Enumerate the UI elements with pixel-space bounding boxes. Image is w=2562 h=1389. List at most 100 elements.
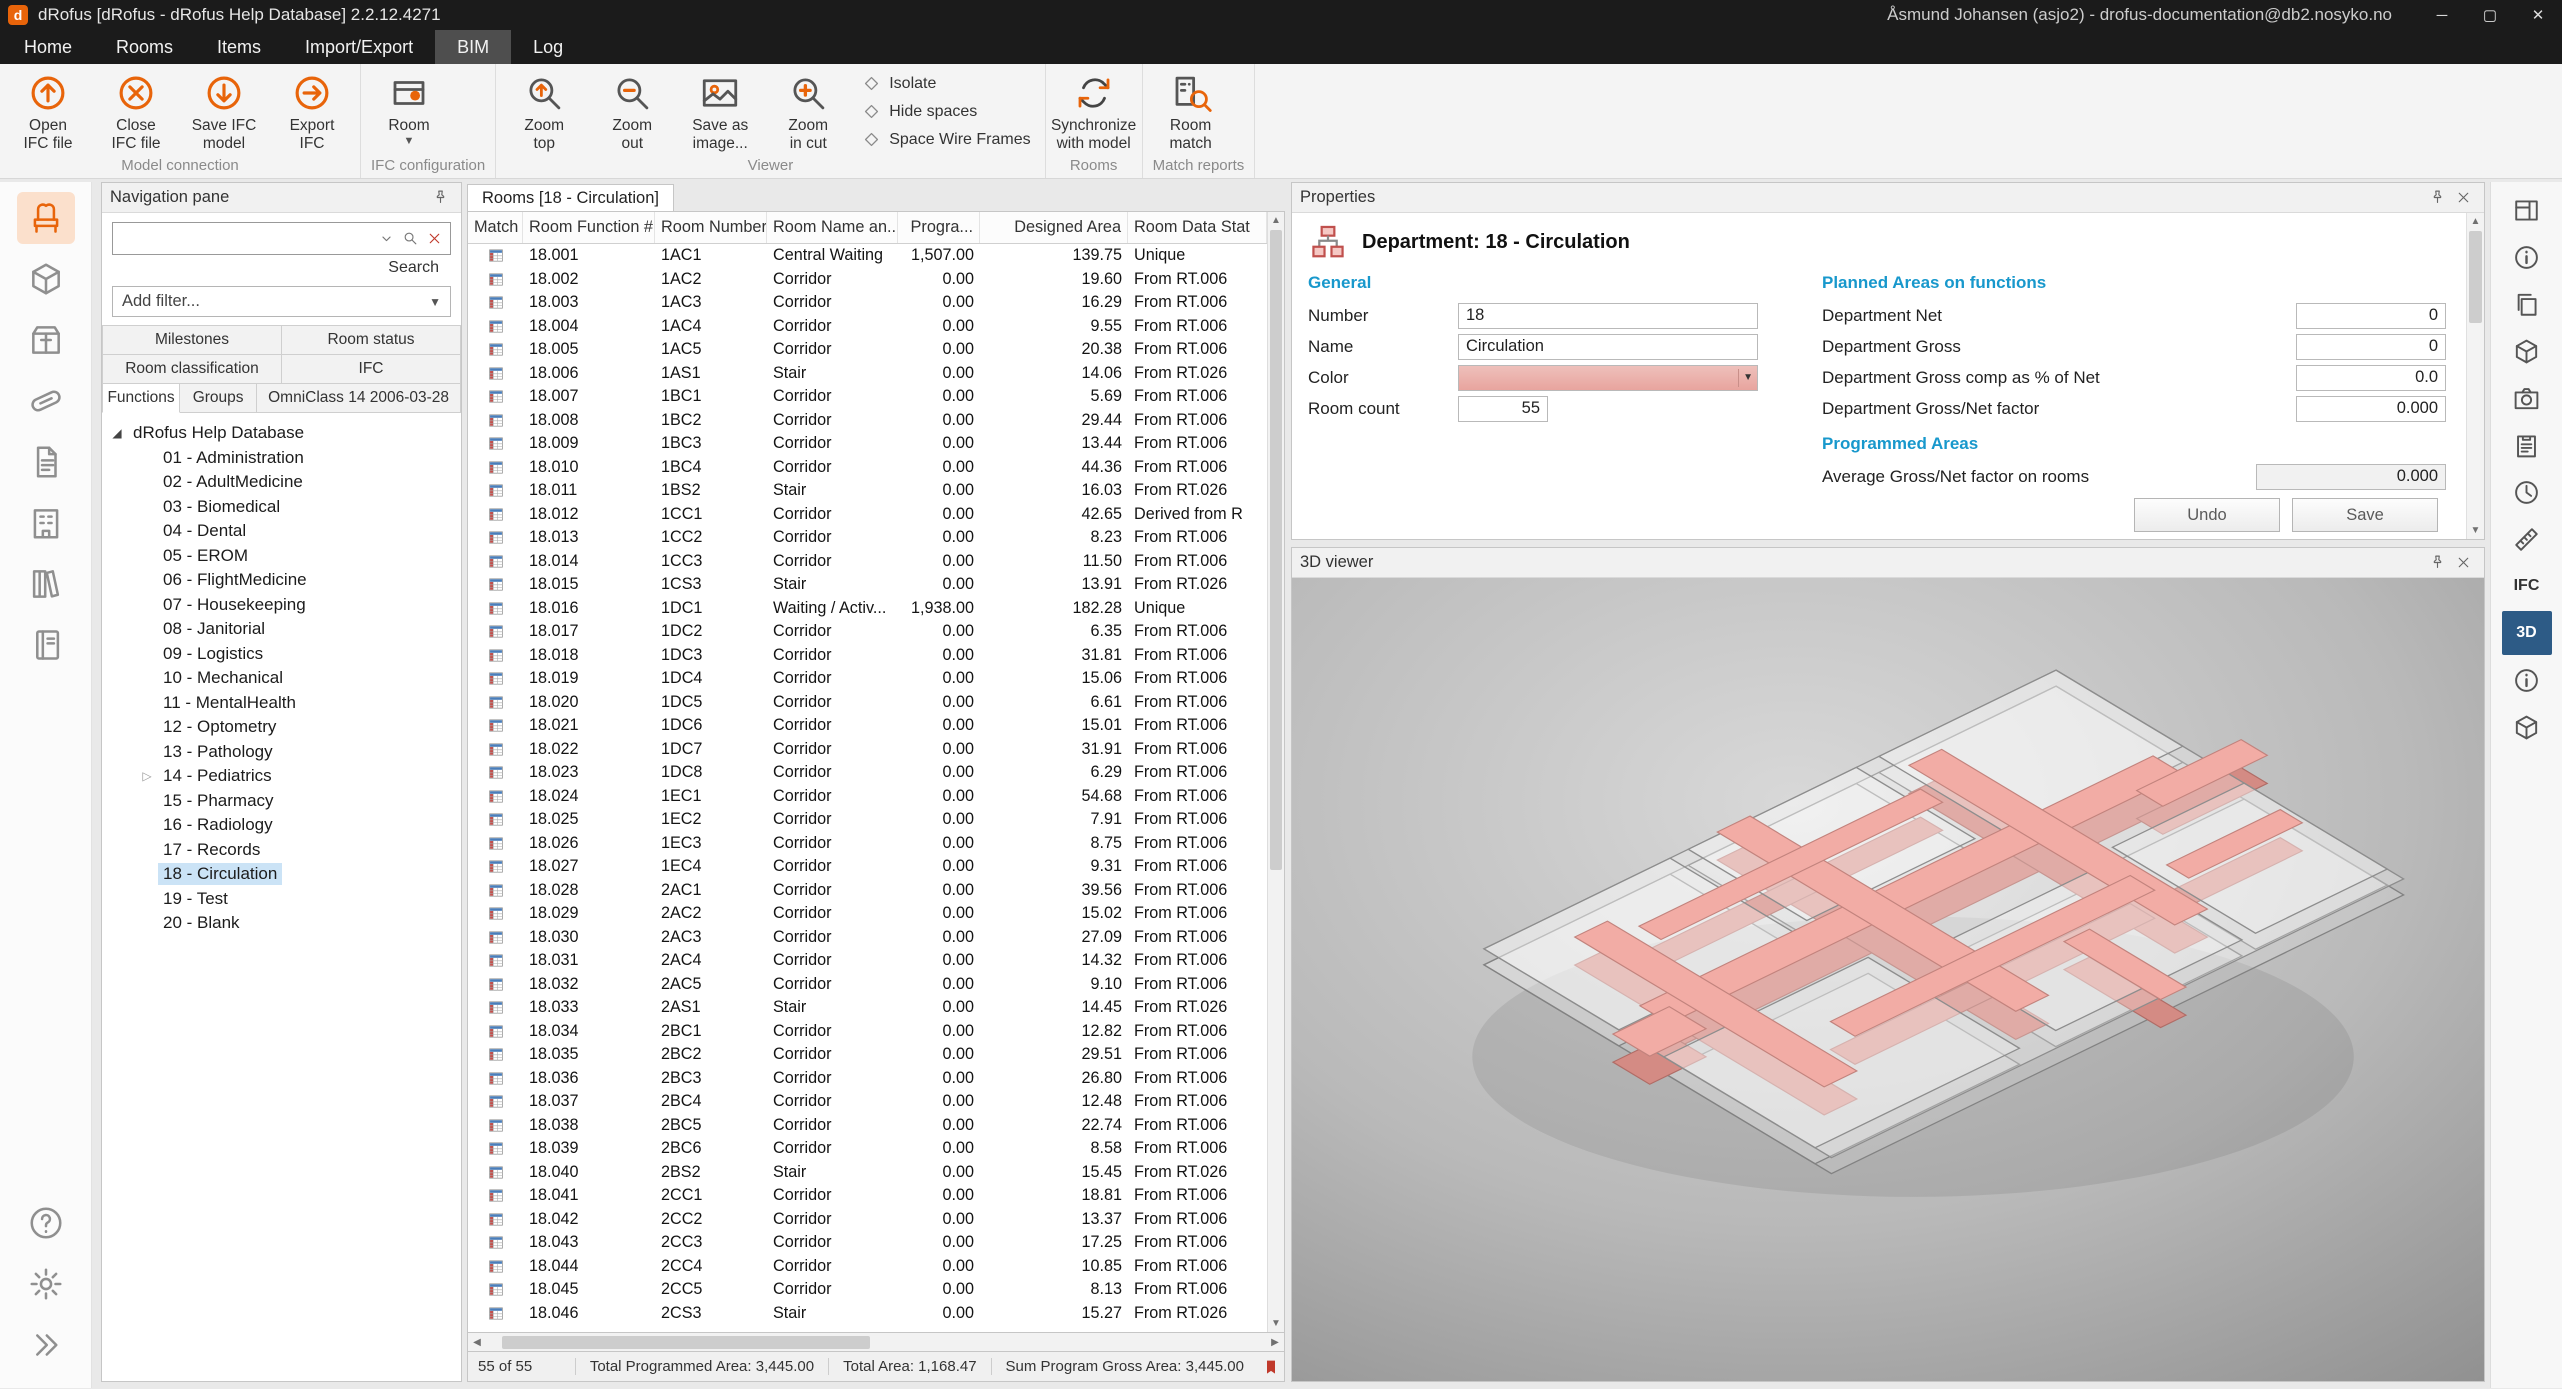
nav-tab-room-status[interactable]: Room status — [282, 325, 461, 355]
table-row[interactable]: 18.0101BC4Corridor0.0044.36From RT.006 — [468, 456, 1267, 480]
search-dropdown-icon[interactable] — [374, 228, 398, 250]
table-row[interactable]: 18.0121CC1Corridor0.0042.65Derived from … — [468, 503, 1267, 527]
table-row[interactable]: 18.0041AC4Corridor0.009.55From RT.006 — [468, 315, 1267, 339]
field-input[interactable]: 0 — [2296, 303, 2446, 329]
right-tab-ifc[interactable]: IFC — [2502, 564, 2552, 608]
column-header-room-name-an---[interactable]: Room Name an... — [767, 212, 898, 243]
properties-scrollbar[interactable]: ▲ ▼ — [2466, 213, 2484, 539]
table-row[interactable]: 18.0412CC1Corridor0.0018.81From RT.006 — [468, 1184, 1267, 1208]
scrollbar-thumb[interactable] — [502, 1336, 869, 1349]
viewer-3d-canvas[interactable] — [1292, 578, 2484, 1381]
table-row[interactable]: 18.0292AC2Corridor0.0015.02From RT.006 — [468, 902, 1267, 926]
menu-tab-rooms[interactable]: Rooms — [94, 30, 195, 64]
pin-icon[interactable] — [2424, 551, 2450, 575]
tree-item[interactable]: ▷14 - Pediatrics — [106, 764, 457, 789]
sidebar-module-library[interactable] — [17, 558, 75, 610]
tree-item[interactable]: 07 - Housekeeping — [106, 593, 457, 618]
sidebar-module-products[interactable] — [17, 314, 75, 366]
tree-expander-icon[interactable]: ▷ — [136, 769, 158, 783]
table-row[interactable]: 18.0372BC4Corridor0.0012.48From RT.006 — [468, 1090, 1267, 1114]
sidebar-module-documents[interactable] — [17, 436, 75, 488]
table-row[interactable]: 18.0161DC1Waiting / Activ...1,938.00182.… — [468, 597, 1267, 621]
table-row[interactable]: 18.0081BC2Corridor0.0029.44From RT.006 — [468, 409, 1267, 433]
search-icon[interactable] — [398, 228, 422, 250]
table-row[interactable]: 18.0141CC3Corridor0.0011.50From RT.006 — [468, 550, 1267, 574]
field-input[interactable]: 0.000 — [2296, 396, 2446, 422]
table-row[interactable]: 18.0071BC1Corridor0.005.69From RT.006 — [468, 385, 1267, 409]
table-row[interactable]: 18.0342BC1Corridor0.0012.82From RT.006 — [468, 1020, 1267, 1044]
tree-root[interactable]: ◢dRofus Help Database — [106, 421, 457, 446]
export-ifc-button[interactable]: ExportIFC — [268, 66, 356, 155]
right-tab-clipboard[interactable] — [2502, 423, 2552, 467]
right-tab-copy[interactable] — [2502, 282, 2552, 326]
scroll-down-icon[interactable]: ▼ — [1268, 1315, 1284, 1332]
right-tab-info[interactable] — [2502, 235, 2552, 279]
nav-tab-functions[interactable]: Functions — [102, 383, 180, 413]
room-button[interactable]: Room▼ — [365, 66, 453, 149]
scroll-right-icon[interactable]: ▶ — [1266, 1337, 1284, 1348]
scrollbar-thumb[interactable] — [2469, 231, 2482, 323]
table-row[interactable]: 18.0131CC2Corridor0.008.23From RT.006 — [468, 526, 1267, 550]
tree-item[interactable]: 05 - EROM — [106, 544, 457, 569]
tree-item[interactable]: 04 - Dental — [106, 519, 457, 544]
table-row[interactable]: 18.0181DC3Corridor0.0031.81From RT.006 — [468, 644, 1267, 668]
column-header-designed-area[interactable]: Designed Area — [980, 212, 1128, 243]
sidebar-help-button[interactable] — [17, 1197, 75, 1249]
minimize-button[interactable]: ─ — [2418, 0, 2466, 30]
color-picker[interactable]: ▼ — [1458, 365, 1758, 391]
zoom-in-cut-button[interactable]: Zoomin cut — [764, 66, 852, 155]
tree-item[interactable]: 20 - Blank — [106, 911, 457, 936]
rooms-tab[interactable]: Rooms [18 - Circulation] — [467, 184, 674, 211]
table-row[interactable]: 18.0442CC4Corridor0.0010.85From RT.006 — [468, 1255, 1267, 1279]
sidebar-module-reports[interactable] — [17, 619, 75, 671]
sidebar-module-medications[interactable] — [17, 375, 75, 427]
table-row[interactable]: 18.0332AS1Stair0.0014.45From RT.026 — [468, 996, 1267, 1020]
table-row[interactable]: 18.0151CS3Stair0.0013.91From RT.026 — [468, 573, 1267, 597]
nav-tab-room-classification[interactable]: Room classification — [102, 354, 282, 384]
table-row[interactable]: 18.0422CC2Corridor0.0013.37From RT.006 — [468, 1208, 1267, 1232]
tree-item[interactable]: 08 - Janitorial — [106, 617, 457, 642]
open-ifc-file-button[interactable]: OpenIFC file — [4, 66, 92, 155]
table-row[interactable]: 18.0011AC1Central Waiting1,507.00139.75U… — [468, 244, 1267, 268]
toggle-hide-spaces[interactable]: Hide spaces — [862, 102, 1030, 121]
scrollbar-thumb[interactable] — [1270, 230, 1282, 870]
scroll-down-icon[interactable]: ▼ — [2467, 522, 2484, 539]
table-row[interactable]: 18.0211DC6Corridor0.0015.01From RT.006 — [468, 714, 1267, 738]
table-row[interactable]: 18.0111BS2Stair0.0016.03From RT.026 — [468, 479, 1267, 503]
sidebar-settings-button[interactable] — [17, 1258, 75, 1310]
right-tab-model[interactable] — [2502, 329, 2552, 373]
sidebar-module-departments[interactable] — [17, 497, 75, 549]
nav-tab-groups[interactable]: Groups — [180, 383, 257, 413]
table-row[interactable]: 18.0392BC6Corridor0.008.58From RT.006 — [468, 1137, 1267, 1161]
table-row[interactable]: 18.0021AC2Corridor0.0019.60From RT.006 — [468, 268, 1267, 292]
table-row[interactable]: 18.0241EC1Corridor0.0054.68From RT.006 — [468, 785, 1267, 809]
table-row[interactable]: 18.0061AS1Stair0.0014.06From RT.026 — [468, 362, 1267, 386]
table-row[interactable]: 18.0282AC1Corridor0.0039.56From RT.006 — [468, 879, 1267, 903]
sidebar-module-rooms[interactable] — [17, 192, 75, 244]
add-filter-dropdown[interactable]: Add filter... ▼ — [112, 286, 451, 317]
tree-item[interactable]: 12 - Optometry — [106, 715, 457, 740]
table-row[interactable]: 18.0362BC3Corridor0.0026.80From RT.006 — [468, 1067, 1267, 1091]
right-tab-cube-2[interactable] — [2502, 705, 2552, 749]
column-header-room-number[interactable]: Room Number — [655, 212, 767, 243]
save-as-image----button[interactable]: Save asimage... — [676, 66, 764, 155]
tree-item[interactable]: 09 - Logistics — [106, 642, 457, 667]
menu-tab-items[interactable]: Items — [195, 30, 283, 64]
table-row[interactable]: 18.0261EC3Corridor0.008.75From RT.006 — [468, 832, 1267, 856]
tree-item[interactable]: 13 - Pathology — [106, 740, 457, 765]
right-tab-panel-layout[interactable] — [2502, 188, 2552, 232]
table-row[interactable]: 18.0432CC3Corridor0.0017.25From RT.006 — [468, 1231, 1267, 1255]
undo-button[interactable]: Undo — [2134, 498, 2280, 532]
field-input[interactable]: 0.0 — [2296, 365, 2446, 391]
table-row[interactable]: 18.0322AC5Corridor0.009.10From RT.006 — [468, 973, 1267, 997]
right-tab-measure[interactable] — [2502, 517, 2552, 561]
menu-tab-bim[interactable]: BIM — [435, 30, 511, 64]
table-row[interactable]: 18.0251EC2Corridor0.007.91From RT.006 — [468, 808, 1267, 832]
tree-item[interactable]: 02 - AdultMedicine — [106, 470, 457, 495]
column-header-progra---[interactable]: Progra... — [898, 212, 980, 243]
scroll-left-icon[interactable]: ◀ — [468, 1337, 486, 1348]
search-link[interactable]: Search — [112, 255, 451, 279]
right-tab-history[interactable] — [2502, 470, 2552, 514]
close-ifc-file-button[interactable]: CloseIFC file — [92, 66, 180, 155]
column-header-room-function---[interactable]: Room Function #: — [523, 212, 655, 243]
